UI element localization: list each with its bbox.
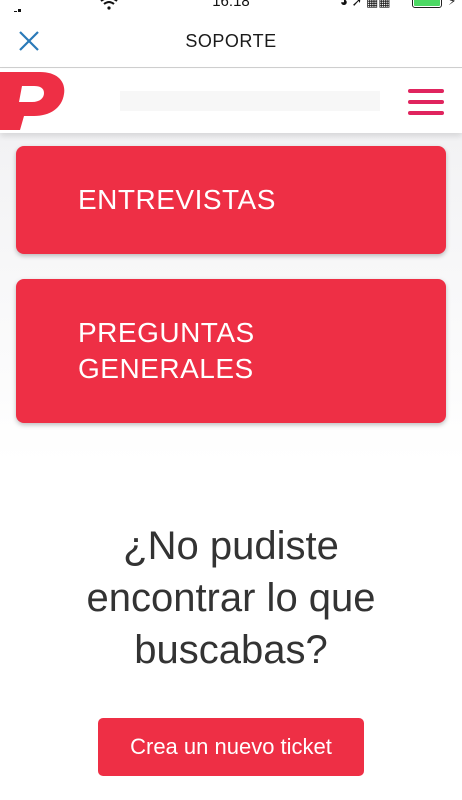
category-label-line-2: GENERALES [78, 353, 254, 384]
header-placeholder [120, 91, 380, 111]
nav-bar: SOPORTE [0, 12, 462, 68]
category-label: ENTREVISTAS [78, 184, 276, 215]
help-headline: ¿No pudiste encontrar lo que buscabas? [0, 520, 462, 676]
battery-icon [412, 0, 442, 8]
status-icons: ◕ ➚ ▦▦ [340, 0, 391, 9]
headline-line-2: encontrar lo que [86, 576, 376, 620]
hamburger-menu-icon[interactable] [408, 89, 444, 115]
category-entrevistas-button[interactable]: ENTREVISTAS [16, 146, 446, 254]
status-time: 16:18 [212, 0, 250, 10]
page-title: SOPORTE [185, 31, 277, 51]
headline-line-3: buscabas? [134, 628, 328, 672]
create-ticket-button[interactable]: Crea un nuevo ticket [98, 718, 364, 776]
app-header [0, 69, 462, 133]
charging-icon: ⚡ [448, 0, 457, 8]
category-label-line-1: PREGUNTAS [78, 317, 255, 348]
headline-line-1: ¿No pudiste [123, 524, 339, 568]
status-bar: 16:18 ◕ ➚ ▦▦ ⚡ [0, 0, 462, 12]
brand-logo[interactable] [0, 72, 68, 130]
category-preguntas-generales-button[interactable]: PREGUNTAS GENERALES [16, 279, 446, 423]
